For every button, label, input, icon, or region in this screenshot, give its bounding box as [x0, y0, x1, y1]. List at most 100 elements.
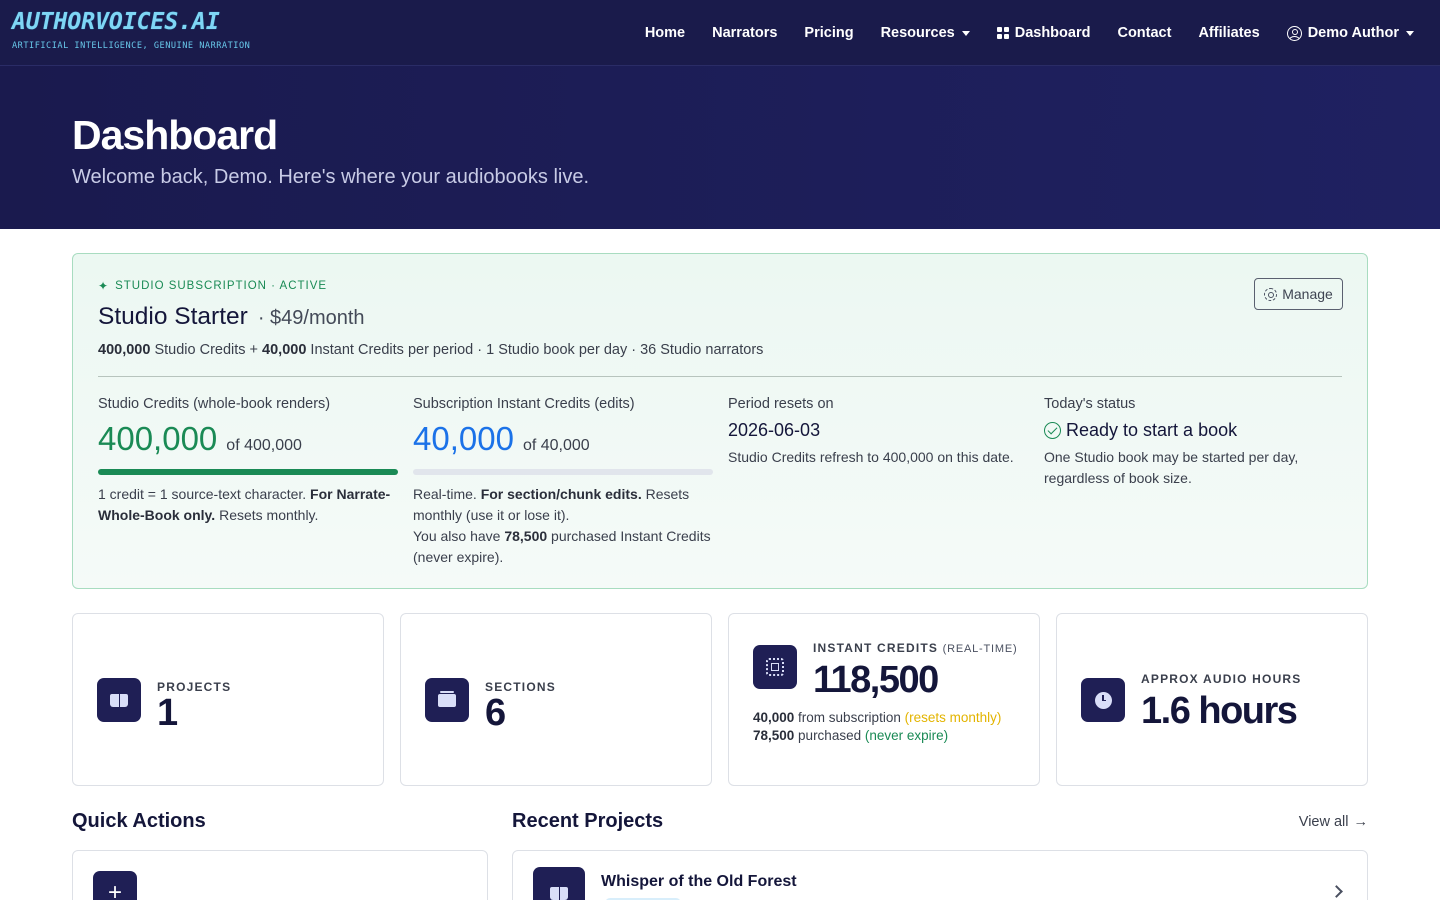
status-note: One Studio book may be started per day, … — [1044, 449, 1299, 486]
plan-price: · $49/month — [257, 307, 365, 329]
recent-project-item[interactable]: Whisper of the Old Forest — [512, 850, 1368, 900]
instant-credits-breakdown: 40,000 from subscription (resets monthly… — [753, 709, 1023, 745]
subscription-badge-label: STUDIO SUBSCRIPTION · ACTIVE — [115, 280, 328, 292]
page-title: Dashboard — [72, 112, 278, 158]
note-text: Resets monthly. — [215, 507, 319, 523]
nav-pricing-label: Pricing — [804, 25, 854, 41]
book-icon — [97, 678, 141, 722]
note-text: 1 credit = 1 source-text character. — [98, 486, 311, 502]
stat-value: 1.6 hours — [1141, 690, 1298, 732]
chevron-right-icon — [1330, 885, 1343, 898]
plan-instant-credits: 40,000 — [262, 342, 307, 358]
instant-credits-column: Subscription Instant Credits (edits) 40,… — [413, 396, 713, 568]
plan-desc-text: Instant Credits per period · 1 Studio bo… — [306, 342, 764, 358]
status-label: Today's status — [1044, 396, 1136, 412]
nav-home[interactable]: Home — [645, 25, 685, 41]
quick-action-new-project[interactable]: + — [72, 850, 488, 900]
view-all-label: View all — [1298, 814, 1349, 830]
studio-credits-value: 400,000 of 400,000 — [98, 420, 398, 458]
stat-label-text: INSTANT CREDITS — [813, 641, 939, 655]
brand-title: AUTHORVOICES.AI — [12, 9, 220, 35]
stat-card-sections: SECTIONS 6 — [400, 613, 712, 786]
studio-credits-number: 400,000 — [98, 420, 218, 457]
studio-credits-progress-bar — [98, 469, 398, 475]
stat-value: 6 — [485, 692, 506, 734]
caret-down-icon — [961, 30, 970, 36]
page-subtitle: Welcome back, Demo. Here's where your au… — [72, 166, 590, 188]
nav-contact[interactable]: Contact — [1117, 25, 1171, 41]
chip-icon — [753, 645, 797, 689]
nav-dashboard-label: Dashboard — [1014, 25, 1091, 41]
clock-icon — [1081, 678, 1125, 722]
studio-credits-column: Studio Credits (whole-book renders) 400,… — [98, 396, 398, 526]
quick-actions-title: Quick Actions — [72, 810, 206, 832]
stat-label: APPROX AUDIO HOURS — [1141, 672, 1302, 686]
nav-narrators-label: Narrators — [712, 25, 778, 41]
stat-card-instant-credits: INSTANT CREDITS (REAL-TIME) 118,500 40,0… — [728, 613, 1040, 786]
purchased-credits: 78,500 — [504, 528, 548, 544]
subscription-card: ✦ STUDIO SUBSCRIPTION · ACTIVE Manage St… — [72, 253, 1368, 589]
breakdown-note: (never expire) — [864, 728, 949, 743]
nav-user-menu[interactable]: Demo Author — [1286, 25, 1414, 41]
nav-affiliates[interactable]: Affiliates — [1198, 25, 1259, 41]
instant-credits-total: of 40,000 — [522, 437, 590, 454]
breakdown-text: from subscription — [794, 710, 905, 725]
studio-credits-progress-fill — [98, 469, 398, 475]
plan-description: 400,000 Studio Credits + 40,000 Instant … — [98, 342, 763, 358]
stat-card-audio-hours: APPROX AUDIO HOURS 1.6 hours — [1056, 613, 1368, 786]
nav-pricing[interactable]: Pricing — [804, 25, 853, 41]
stat-label: INSTANT CREDITS (REAL-TIME) — [813, 641, 1017, 655]
note-text: Real-time. — [413, 486, 481, 502]
arrow-right-icon: → — [1353, 814, 1369, 830]
main-nav: Home Narrators Pricing Resources Dashboa… — [645, 0, 1414, 66]
book-icon — [533, 867, 585, 900]
layers-icon — [425, 678, 469, 722]
stat-card-projects: PROJECTS 1 — [72, 613, 384, 786]
period-reset-column: Period resets on 2026-06-03 Studio Credi… — [728, 396, 1018, 468]
view-all-projects-link[interactable]: View all → — [1299, 814, 1368, 830]
instant-credits-progress-bar — [413, 469, 713, 475]
caret-down-icon — [1406, 30, 1414, 36]
stat-value: 118,500 — [813, 659, 939, 701]
status-text: Ready to start a book — [1066, 420, 1238, 440]
manage-subscription-button[interactable]: Manage — [1254, 278, 1343, 310]
nav-affiliates-label: Affiliates — [1198, 25, 1260, 41]
nav-contact-label: Contact — [1117, 25, 1172, 41]
instant-credits-value: 40,000 of 40,000 — [413, 420, 713, 458]
instant-credits-note: Real-time. For section/chunk edits. Rese… — [413, 484, 713, 568]
instant-credits-label: Subscription Instant Credits (edits) — [413, 396, 635, 412]
grid-icon — [996, 27, 1009, 39]
studio-credits-label: Studio Credits (whole-book renders) — [98, 396, 331, 412]
studio-credits-note: 1 credit = 1 source-text character. For … — [98, 484, 398, 526]
nav-narrators[interactable]: Narrators — [712, 25, 777, 41]
nav-home-label: Home — [644, 25, 686, 41]
project-title: Whisper of the Old Forest — [601, 873, 797, 890]
plan-studio-credits: 400,000 — [98, 342, 151, 358]
sparkle-icon: ✦ — [98, 279, 110, 293]
divider — [98, 376, 1342, 377]
breakdown-amount: 78,500 — [753, 728, 795, 743]
gear-icon — [1264, 287, 1278, 301]
nav-resources-label: Resources — [880, 25, 955, 41]
plan-name: Studio Starter — [98, 303, 248, 330]
period-reset-date: 2026-06-03 — [728, 420, 821, 440]
breakdown-note: (resets monthly) — [904, 710, 1002, 725]
subscription-status-badge: ✦ STUDIO SUBSCRIPTION · ACTIVE — [98, 279, 327, 293]
brand-logo[interactable]: AUTHORVOICES.AI ARTIFICIAL INTELLIGENCE,… — [12, 10, 250, 51]
note-bold: For section/chunk edits. — [480, 486, 642, 502]
breakdown-amount: 40,000 — [753, 710, 795, 725]
hero-banner: Dashboard Welcome back, Demo. Here's whe… — [0, 66, 1440, 229]
subscription-credits-line: 40,000 from subscription (resets monthly… — [753, 709, 1023, 727]
user-circle-icon — [1286, 25, 1302, 41]
stat-value: 1 — [157, 692, 178, 734]
today-status-column: Today's status Ready to start a book One… — [1044, 396, 1344, 489]
recent-projects-title: Recent Projects — [512, 810, 664, 832]
purchased-credits-line: 78,500 purchased (never expire) — [753, 727, 1023, 745]
instant-credits-number: 40,000 — [413, 420, 514, 457]
nav-dashboard[interactable]: Dashboard — [996, 25, 1091, 41]
plus-icon: + — [93, 871, 137, 900]
plan-title: Studio Starter · $49/month — [98, 303, 365, 331]
breakdown-text: purchased — [794, 728, 865, 743]
brand-tagline: ARTIFICIAL INTELLIGENCE, GENUINE NARRATI… — [12, 41, 251, 51]
nav-resources-dropdown[interactable]: Resources — [881, 25, 970, 41]
